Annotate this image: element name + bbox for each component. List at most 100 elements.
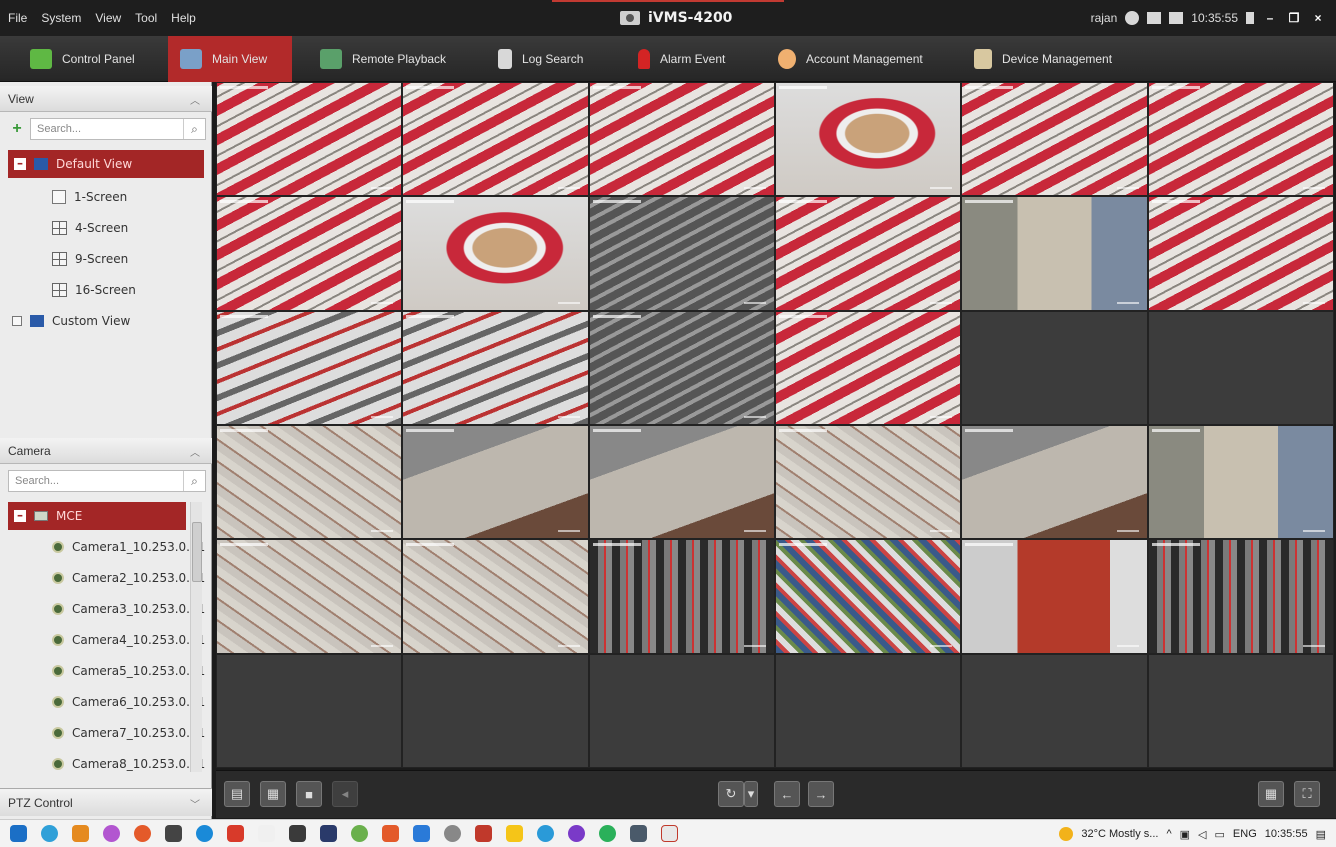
add-view-icon[interactable]: + bbox=[8, 120, 26, 138]
camera-list-scrollbar[interactable] bbox=[190, 502, 202, 772]
scrollbar-thumb[interactable] bbox=[192, 522, 202, 582]
app-icon[interactable] bbox=[165, 825, 182, 842]
file-explorer-icon[interactable] bbox=[506, 825, 523, 842]
window-division-icon[interactable]: ▤ bbox=[224, 781, 250, 807]
app-icon[interactable] bbox=[227, 825, 244, 842]
tab-account-management[interactable]: Account Management bbox=[766, 36, 946, 82]
language-icon[interactable]: ▭ bbox=[1215, 828, 1225, 841]
video-tile[interactable] bbox=[1147, 539, 1334, 654]
video-tile[interactable] bbox=[1147, 196, 1334, 311]
video-tile[interactable] bbox=[402, 539, 589, 654]
chrome-icon[interactable] bbox=[537, 825, 554, 842]
video-tile[interactable] bbox=[961, 82, 1148, 197]
camera-item[interactable]: Camera1_10.253.0.71 bbox=[52, 533, 205, 561]
video-tile[interactable] bbox=[216, 310, 403, 425]
camera-item[interactable]: Camera4_10.253.0.71 bbox=[52, 626, 205, 654]
chevron-up-icon[interactable]: ^ bbox=[1166, 828, 1171, 840]
dropdown-icon[interactable]: ▾ bbox=[744, 781, 758, 807]
video-tile[interactable] bbox=[588, 653, 775, 768]
app-icon[interactable] bbox=[568, 825, 585, 842]
camera-item[interactable]: Camera8_10.253.0.71 bbox=[52, 750, 205, 778]
lock-icon[interactable] bbox=[1246, 12, 1254, 24]
fullscreen-icon[interactable]: ⛶ bbox=[1294, 781, 1320, 807]
app-icon[interactable] bbox=[475, 825, 492, 842]
stop-all-icon[interactable]: ■ bbox=[296, 781, 322, 807]
network-icon[interactable]: ▣ bbox=[1180, 828, 1190, 841]
app-icon[interactable] bbox=[320, 825, 337, 842]
camera-item[interactable]: Camera3_10.253.0.71 bbox=[52, 595, 205, 623]
app-icon[interactable] bbox=[289, 825, 306, 842]
video-tile[interactable] bbox=[216, 539, 403, 654]
camera-section-header[interactable]: Camera ︿ bbox=[0, 438, 212, 464]
menu-view[interactable]: View bbox=[95, 11, 121, 25]
tree-9-screen[interactable]: 9-Screen bbox=[52, 245, 128, 273]
video-tile[interactable] bbox=[216, 653, 403, 768]
search-icon[interactable]: ⌕ bbox=[183, 471, 205, 491]
minimize-button[interactable]: – bbox=[1262, 11, 1278, 25]
app-icon[interactable] bbox=[413, 825, 430, 842]
collapse-icon[interactable]: ︿ bbox=[190, 444, 200, 459]
app-icon[interactable] bbox=[661, 825, 678, 842]
view-section-header[interactable]: View ︿ bbox=[0, 86, 212, 112]
tab-alarm-event[interactable]: Alarm Event bbox=[626, 36, 756, 82]
video-tile[interactable] bbox=[588, 425, 775, 540]
app-icon[interactable] bbox=[258, 825, 275, 842]
ptz-control-header[interactable]: PTZ Control ﹀ bbox=[0, 788, 212, 816]
collapse-icon[interactable]: ︿ bbox=[190, 92, 200, 107]
video-tile[interactable] bbox=[775, 653, 962, 768]
video-tile[interactable] bbox=[402, 653, 589, 768]
video-tile[interactable] bbox=[775, 196, 962, 311]
volume-icon[interactable]: ◁ bbox=[1198, 828, 1206, 841]
tab-control-panel[interactable]: Control Panel bbox=[18, 36, 168, 82]
video-tile[interactable] bbox=[775, 425, 962, 540]
collapse-node-icon[interactable]: – bbox=[14, 157, 26, 170]
video-tile[interactable] bbox=[588, 310, 775, 425]
screen-layout-icon[interactable]: ▦ bbox=[1258, 781, 1284, 807]
video-tile[interactable] bbox=[775, 539, 962, 654]
menu-file[interactable]: File bbox=[8, 11, 27, 25]
menu-help[interactable]: Help bbox=[171, 11, 196, 25]
video-tile[interactable] bbox=[402, 82, 589, 197]
close-button[interactable]: × bbox=[1310, 11, 1326, 25]
video-tile[interactable] bbox=[588, 539, 775, 654]
edge-icon[interactable] bbox=[41, 825, 58, 842]
camera-item[interactable]: Camera6_10.253.0.71 bbox=[52, 688, 205, 716]
video-tile[interactable] bbox=[402, 310, 589, 425]
camera-search-input[interactable]: Search... ⌕ bbox=[8, 470, 206, 492]
expand-node-icon[interactable] bbox=[12, 316, 22, 326]
camera-item[interactable]: Camera2_10.253.0.71 bbox=[52, 564, 205, 592]
video-tile[interactable] bbox=[775, 310, 962, 425]
previous-icon[interactable]: ← bbox=[774, 781, 800, 807]
video-tile[interactable] bbox=[961, 196, 1148, 311]
notification-icon[interactable]: ▤ bbox=[1316, 828, 1326, 841]
video-tile[interactable] bbox=[402, 425, 589, 540]
view-search-input[interactable]: Search... ⌕ bbox=[30, 118, 206, 140]
tab-log-search[interactable]: Log Search bbox=[486, 36, 616, 82]
app-icon[interactable] bbox=[444, 825, 461, 842]
app-icon[interactable] bbox=[103, 825, 120, 842]
expand-icon[interactable]: ﹀ bbox=[190, 796, 200, 811]
video-tile[interactable] bbox=[1147, 653, 1334, 768]
menu-system[interactable]: System bbox=[41, 11, 81, 25]
weather-text[interactable]: 32°C Mostly s... bbox=[1081, 828, 1158, 840]
app-icon[interactable] bbox=[630, 825, 647, 842]
tree-custom-view[interactable]: Custom View bbox=[12, 307, 130, 335]
start-icon[interactable] bbox=[10, 825, 27, 842]
next-icon[interactable]: → bbox=[808, 781, 834, 807]
video-tile[interactable] bbox=[588, 196, 775, 311]
video-tile[interactable] bbox=[216, 82, 403, 197]
vlc-icon[interactable] bbox=[72, 825, 89, 842]
tree-group-mce[interactable]: – MCE bbox=[8, 502, 186, 530]
brave-icon[interactable] bbox=[382, 825, 399, 842]
video-tile[interactable] bbox=[216, 425, 403, 540]
video-tile[interactable] bbox=[1147, 310, 1334, 425]
video-tile[interactable] bbox=[588, 82, 775, 197]
keyboard-icon[interactable] bbox=[1147, 12, 1162, 24]
video-tile[interactable] bbox=[775, 82, 962, 197]
tree-default-view[interactable]: – Default View bbox=[8, 150, 204, 178]
search-icon[interactable]: ⌕ bbox=[183, 119, 205, 139]
video-tile[interactable] bbox=[216, 196, 403, 311]
taskbar-clock[interactable]: 10:35:55 bbox=[1265, 828, 1308, 840]
audio-icon[interactable]: ◂ bbox=[332, 781, 358, 807]
firefox-icon[interactable] bbox=[134, 825, 151, 842]
